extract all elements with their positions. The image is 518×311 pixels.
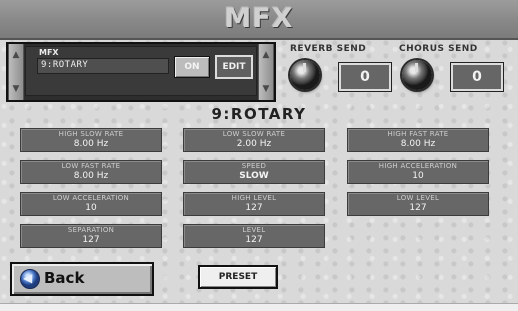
param-high-slow-rate[interactable]: HIGH SLOW RATE 8.00 Hz [20, 128, 162, 152]
param-speed[interactable]: SPEED SLOW [183, 160, 325, 184]
param-name: LOW FAST RATE [61, 162, 121, 170]
page-title: MFX [224, 3, 294, 34]
mfx-type-value: 9:ROTARY [41, 60, 89, 70]
param-value: 127 [245, 235, 263, 245]
param-low-acceleration[interactable]: LOW ACCELERATION 10 [20, 192, 162, 216]
param-name: LOW SLOW RATE [222, 130, 286, 138]
param-value: 127 [409, 203, 427, 213]
reverb-send-value[interactable]: 0 [338, 62, 392, 92]
arrow-up-icon: ▲ [262, 50, 270, 60]
chorus-knob-icon[interactable] [402, 60, 432, 90]
param-high-acceleration[interactable]: HIGH ACCELERATION 10 [347, 160, 489, 184]
param-name: SEPARATION [67, 226, 115, 234]
mfx-type-field[interactable]: 9:ROTARY [37, 58, 169, 74]
bottom-strip [0, 303, 518, 311]
param-level[interactable]: LEVEL 127 [183, 224, 325, 248]
param-name: HIGH LEVEL [231, 194, 277, 202]
param-value: 8.00 Hz [400, 139, 436, 149]
param-value: 127 [82, 235, 100, 245]
arrow-up-icon: ▲ [12, 50, 20, 60]
param-value: SLOW [239, 171, 269, 181]
chorus-send-label: CHORUS SEND [399, 44, 478, 54]
param-value: 8.00 Hz [73, 139, 109, 149]
mfx-selector: ▲ ▼ MFX 9:ROTARY ON EDIT ▲ ▼ [6, 42, 276, 102]
param-high-fast-rate[interactable]: HIGH FAST RATE 8.00 Hz [347, 128, 489, 152]
reverb-knob-icon[interactable] [290, 60, 320, 90]
param-low-slow-rate[interactable]: LOW SLOW RATE 2.00 Hz [183, 128, 325, 152]
param-value: 10 [85, 203, 97, 213]
param-value: 10 [412, 171, 424, 181]
param-name: LOW ACCELERATION [52, 194, 130, 202]
param-value: 2.00 Hz [236, 139, 272, 149]
title-bar: MFX [0, 0, 518, 40]
mfx-label: MFX [39, 48, 59, 57]
mfx-next-rail[interactable]: ▲ ▼ [258, 44, 274, 100]
param-name: HIGH FAST RATE [387, 130, 449, 138]
param-name: SPEED [241, 162, 267, 170]
param-low-fast-rate[interactable]: LOW FAST RATE 8.00 Hz [20, 160, 162, 184]
param-low-level[interactable]: LOW LEVEL 127 [347, 192, 489, 216]
param-high-level[interactable]: HIGH LEVEL 127 [183, 192, 325, 216]
mfx-screen: MFX ▲ ▼ MFX 9:ROTARY ON EDIT ▲ ▼ REVERB … [0, 0, 518, 311]
param-name: HIGH ACCELERATION [378, 162, 458, 170]
mfx-edit-button[interactable]: EDIT [215, 55, 253, 79]
param-name: LEVEL [242, 226, 266, 234]
param-name: HIGH SLOW RATE [58, 130, 124, 138]
back-arrow-icon: ◀ [20, 269, 40, 289]
chorus-send-value[interactable]: 0 [450, 62, 504, 92]
reverb-send-label: REVERB SEND [290, 44, 367, 54]
param-name: LOW LEVEL [396, 194, 440, 202]
mfx-on-button[interactable]: ON [174, 56, 210, 78]
mfx-panel: MFX 9:ROTARY ON EDIT [25, 46, 257, 96]
mfx-prev-rail[interactable]: ▲ ▼ [8, 44, 24, 100]
arrow-down-icon: ▼ [12, 84, 20, 94]
param-value: 127 [245, 203, 263, 213]
param-value: 8.00 Hz [73, 171, 109, 181]
arrow-down-icon: ▼ [262, 84, 270, 94]
effect-title: 9:ROTARY [211, 105, 307, 123]
back-button[interactable]: ◀ Back [10, 262, 154, 296]
param-separation[interactable]: SEPARATION 127 [20, 224, 162, 248]
back-arrow-glyph: ◀ [23, 271, 33, 285]
preset-button[interactable]: PRESET [198, 265, 278, 289]
back-button-label: Back [44, 269, 85, 287]
